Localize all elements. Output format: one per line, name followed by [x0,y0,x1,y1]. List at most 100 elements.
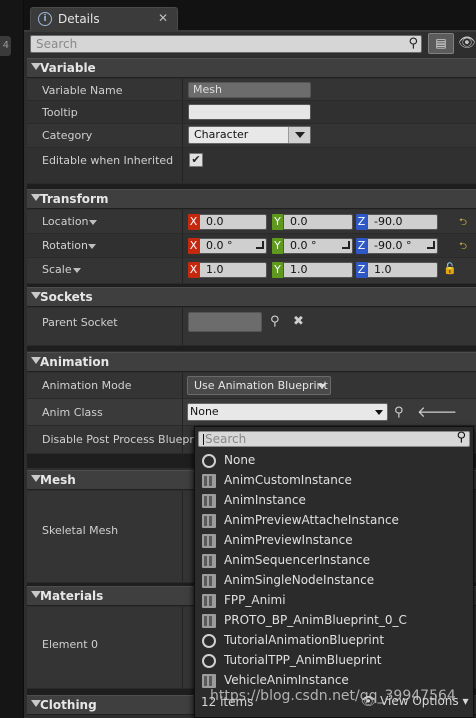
search-icon: ⚲ [408,36,418,51]
clear-icon[interactable]: ✖ [293,315,304,329]
location-label[interactable]: Location [42,215,89,228]
variable-name-field[interactable]: Mesh [188,82,311,98]
scale-y-field[interactable]: 1.0 [283,262,353,278]
z-axis-label: Z [356,214,367,230]
circle-icon [202,654,216,668]
rotation-label[interactable]: Rotation [42,239,88,252]
picker-item[interactable]: TutorialTPP_AnimBlueprint [202,651,467,671]
picker-item[interactable]: TutorialAnimationBlueprint [202,631,467,651]
category-label: Category [42,129,93,142]
picker-item[interactable]: AnimSingleNodeInstance [202,571,467,591]
rotation-y-value: 0.0 ° [290,239,317,252]
section-variable[interactable]: Variable [27,58,476,78]
property-matrix-button[interactable]: ▤ [428,33,454,54]
blueprint-icon [202,554,216,568]
blueprint-icon [202,474,216,488]
picker-item[interactable]: AnimCustomInstance [202,471,467,491]
section-title: Variable [40,61,96,75]
picker-item[interactable]: FPP_Animi [202,591,467,611]
editable-checkbox[interactable]: ✔ [189,153,203,167]
section-sockets[interactable]: Sockets [27,287,476,307]
rotation-z-value: -90.0 ° [374,239,412,252]
category-combo[interactable]: Character [188,126,311,144]
animation-mode-combo[interactable]: Use Animation Blueprint [187,376,331,395]
element-0-label: Element 0 [42,638,99,651]
reset-to-default-icon[interactable]: ⮌ [459,215,467,232]
section-animation[interactable]: Animation [27,352,476,372]
scale-x-field[interactable]: 1.0 [199,262,267,278]
rotation-z-field[interactable]: -90.0 ° [367,238,438,254]
left-panel-tab-button[interactable]: 4 [0,36,11,56]
rotation-y-field[interactable]: 0.0 ° [283,238,353,254]
location-y-field[interactable]: 0.0 [283,214,353,230]
row-scale: Scale X 1.0 Y 1.0 Z 1.0 🔓 [27,258,476,284]
parent-socket-label: Parent Socket [42,316,118,329]
picker-item-label: AnimInstance [224,493,306,507]
picker-item[interactable]: None [202,451,467,471]
lock-icon[interactable]: 🔓 [443,262,457,275]
anim-class-combo[interactable]: None [187,403,388,421]
tab-details[interactable]: i Details ✕ [30,7,178,30]
animation-mode-value: Use Animation Blueprint [194,379,328,392]
editable-label: Editable when Inherited [42,154,174,167]
reset-to-default-icon[interactable]: ⮌ [459,239,467,256]
tab-title: Details [58,12,100,26]
blueprint-icon [202,574,216,588]
search-icon[interactable]: ⚲ [270,315,280,329]
parent-socket-field[interactable] [188,312,262,332]
scale-label[interactable]: Scale [42,263,72,276]
x-axis-label: X [188,262,199,278]
chevron-down-icon[interactable] [89,220,97,225]
eye-icon[interactable]: 👁 [458,35,476,51]
row-rotation: Rotation X 0.0 ° Y 0.0 ° Z -90.0 ° ⮌ [27,234,476,258]
picker-item[interactable]: AnimInstance [202,491,467,511]
location-x-field[interactable]: 0.0 [199,214,267,230]
blueprint-icon [202,614,216,628]
anim-class-picker-popup: Search ⚲ None AnimCustomInstance AnimIns… [194,426,474,718]
use-selected-arrow-icon[interactable]: 🡐 [417,405,457,420]
picker-search-placeholder: Search [205,432,247,446]
section-title: Materials [40,589,104,603]
spin-icon [427,241,435,249]
picker-item-label: PROTO_BP_AnimBlueprint_0_C [224,613,407,627]
picker-item-label: AnimCustomInstance [224,473,352,487]
picker-item[interactable]: AnimPreviewAttacheInstance [202,511,467,531]
left-panel-strip [0,0,24,718]
picker-item[interactable]: AnimPreviewInstance [202,531,467,551]
blueprint-icon [202,594,216,608]
x-axis-label: X [188,214,199,230]
picker-item[interactable]: AnimSequencerInstance [202,551,467,571]
search-placeholder: Search [36,37,78,51]
variable-name-label: Variable Name [42,84,123,97]
chevron-down-icon[interactable] [73,268,81,273]
location-z-field[interactable]: -90.0 [367,214,438,230]
tooltip-field[interactable] [188,104,311,120]
picker-item-label: AnimSingleNodeInstance [224,573,375,587]
anim-class-label: Anim Class [42,406,103,419]
picker-item-label: AnimPreviewInstance [224,533,353,547]
chevron-down-icon[interactable] [88,244,96,249]
picker-item-label: AnimPreviewAttacheInstance [224,513,399,527]
category-value: Character [194,128,249,141]
picker-item[interactable]: PROTO_BP_AnimBlueprint_0_C [202,611,467,631]
rotation-x-value: 0.0 ° [206,239,233,252]
row-category: Category Character [27,124,476,148]
picker-item-label: FPP_Animi [224,593,286,607]
text-caret [203,434,204,445]
scale-z-field[interactable]: 1.0 [367,262,438,278]
section-transform[interactable]: Transform [27,189,476,209]
blueprint-icon [202,514,216,528]
picker-item-label: None [224,453,256,467]
watermark: https://blog.csdn.net/qq_39947564 [210,688,456,704]
browse-search-icon[interactable]: ⚲ [394,406,404,420]
picker-search-input[interactable]: Search ⚲ [198,430,470,447]
z-axis-label: Z [356,238,367,254]
y-axis-label: Y [272,214,283,230]
section-gap [27,346,476,351]
search-input[interactable]: Search ⚲ [30,35,422,53]
rotation-x-field[interactable]: 0.0 ° [199,238,267,254]
picker-item-label: AnimSequencerInstance [224,553,371,567]
close-icon[interactable]: ✕ [158,11,168,25]
section-title: Mesh [40,473,76,487]
section-title: Transform [40,192,109,206]
